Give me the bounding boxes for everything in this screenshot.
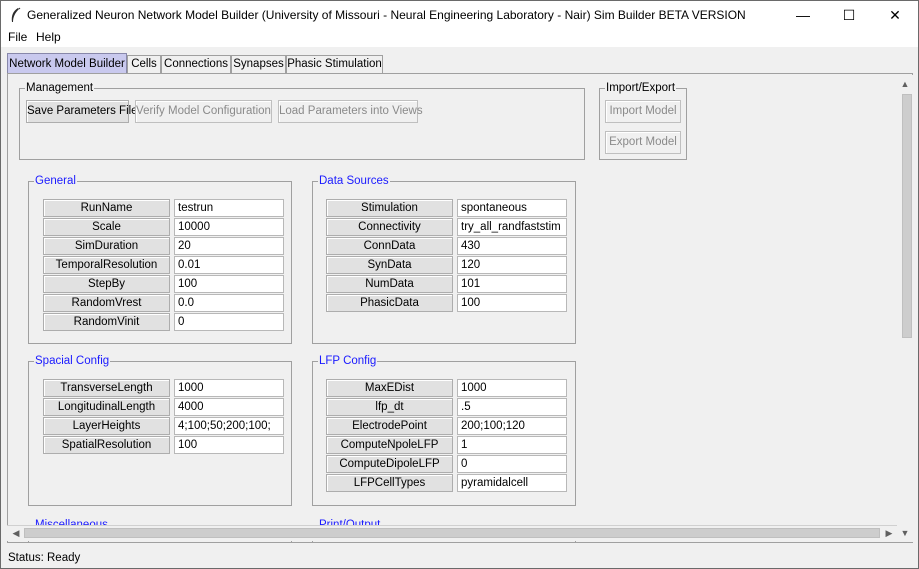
tab-network-model-builder[interactable]: Network Model Builder [7,53,127,75]
scroll-right-arrow-icon[interactable]: ▶ [882,526,896,540]
param-label-simduration[interactable]: SimDuration [43,237,170,255]
scroll-down-arrow-icon[interactable]: ▼ [898,526,912,540]
param-input-layerheights[interactable]: 4;100;50;200;100; [174,417,284,435]
param-label-computenpolelfp[interactable]: ComputeNpoleLFP [326,436,453,454]
param-label-stepby[interactable]: StepBy [43,275,170,293]
menu-help[interactable]: Help [34,30,63,44]
close-button[interactable]: ✕ [872,1,918,29]
tab-connections[interactable]: Connections [161,55,231,74]
save-parameters-button[interactable]: Save Parameters File [26,100,138,123]
data-sources-label: Data Sources [318,174,390,188]
param-label-lfp-dt[interactable]: lfp_dt [326,398,453,416]
param-input-simduration[interactable]: 20 [174,237,284,255]
spacial-config-group: Spacial Config TransverseLength 1000 Lon… [28,354,292,506]
title-bar: Generalized Neuron Network Model Builder… [1,1,918,29]
menu-bar: File Help [1,29,918,47]
status-text: Status: Ready [8,552,81,564]
param-input-scale[interactable]: 10000 [174,218,284,236]
feather-icon [11,7,21,22]
lfp-config-label: LFP Config [318,354,378,368]
import-export-group: Import/Export Import Model Export Model [599,81,687,160]
management-group: Management Save Parameters File Verify M… [19,81,585,160]
param-label-transverselength[interactable]: TransverseLength [43,379,170,397]
import-export-label: Import/Export [605,81,677,95]
param-label-longitudinallength[interactable]: LongitudinalLength [43,398,170,416]
tab-cells[interactable]: Cells [127,55,161,74]
app-window: Generalized Neuron Network Model Builder… [0,0,919,569]
param-label-layerheights[interactable]: LayerHeights [43,417,170,435]
import-model-button[interactable]: Import Model [605,100,681,123]
scroll-up-arrow-icon[interactable]: ▲ [898,77,912,91]
param-input-maxedist[interactable]: 1000 [457,379,567,397]
param-input-lfp-dt[interactable]: .5 [457,398,567,416]
param-label-temporalresolution[interactable]: TemporalResolution [43,256,170,274]
param-label-runname[interactable]: RunName [43,199,170,217]
status-bar: Status: Ready [1,547,918,569]
param-input-stepby[interactable]: 100 [174,275,284,293]
scroll-left-arrow-icon[interactable]: ◀ [9,526,23,540]
vertical-scroll-thumb[interactable] [902,94,912,338]
param-input-stimulation[interactable]: spontaneous [457,199,567,217]
param-label-connectivity[interactable]: Connectivity [326,218,453,236]
window-title: Generalized Neuron Network Model Builder… [27,8,746,22]
param-label-conndata[interactable]: ConnData [326,237,453,255]
param-label-stimulation[interactable]: Stimulation [326,199,453,217]
param-label-maxedist[interactable]: MaxEDist [326,379,453,397]
param-input-electrodepoint[interactable]: 200;100;120 [457,417,567,435]
close-icon: ✕ [889,6,901,23]
param-input-randomvinit[interactable]: 0 [174,313,284,331]
tab-page: Management Save Parameters File Verify M… [7,73,913,543]
general-group: General RunName testrun Scale 10000 SimD… [28,174,292,344]
verify-model-button[interactable]: Verify Model Configuration [135,100,272,123]
param-input-spatialresolution[interactable]: 100 [174,436,284,454]
param-label-computedipolelfp[interactable]: ComputeDipoleLFP [326,455,453,473]
param-label-scale[interactable]: Scale [43,218,170,236]
param-input-numdata[interactable]: 101 [457,275,567,293]
data-sources-group: Data Sources Stimulation spontaneous Con… [312,174,576,344]
param-label-randomvinit[interactable]: RandomVinit [43,313,170,331]
export-model-button[interactable]: Export Model [605,131,681,154]
management-label: Management [25,81,95,95]
param-label-electrodepoint[interactable]: ElectrodePoint [326,417,453,435]
param-label-lfpcelltypes[interactable]: LFPCellTypes [326,474,453,492]
param-input-randomvrest[interactable]: 0.0 [174,294,284,312]
minimize-icon: — [796,7,810,23]
minimize-button[interactable]: — [780,1,826,29]
param-label-syndata[interactable]: SynData [326,256,453,274]
maximize-button[interactable]: ☐ [826,1,872,29]
param-input-transverselength[interactable]: 1000 [174,379,284,397]
horizontal-scroll-thumb[interactable] [24,528,880,538]
param-label-spatialresolution[interactable]: SpatialResolution [43,436,170,454]
param-input-longitudinallength[interactable]: 4000 [174,398,284,416]
maximize-icon: ☐ [842,6,856,23]
general-label: General [34,174,77,188]
param-input-temporalresolution[interactable]: 0.01 [174,256,284,274]
param-input-computenpolelfp[interactable]: 1 [457,436,567,454]
param-label-randomvrest[interactable]: RandomVrest [43,294,170,312]
spacial-config-label: Spacial Config [34,354,111,368]
tab-synapses[interactable]: Synapses [231,55,286,74]
param-input-syndata[interactable]: 120 [457,256,567,274]
param-input-computedipolelfp[interactable]: 0 [457,455,567,473]
param-input-conndata[interactable]: 430 [457,237,567,255]
lfp-config-group: LFP Config MaxEDist 1000 lfp_dt .5 Elect… [312,354,576,506]
param-label-numdata[interactable]: NumData [326,275,453,293]
tab-phasic-stimulation[interactable]: Phasic Stimulation [286,55,383,74]
param-label-phasicdata[interactable]: PhasicData [326,294,453,312]
load-parameters-button[interactable]: Load Parameters into Views [278,100,423,123]
param-input-connectivity[interactable]: try_all_randfaststim [457,218,567,236]
param-input-runname[interactable]: testrun [174,199,284,217]
param-input-lfpcelltypes[interactable]: pyramidalcell [457,474,567,492]
param-input-phasicdata[interactable]: 100 [457,294,567,312]
menu-file[interactable]: File [6,30,29,44]
